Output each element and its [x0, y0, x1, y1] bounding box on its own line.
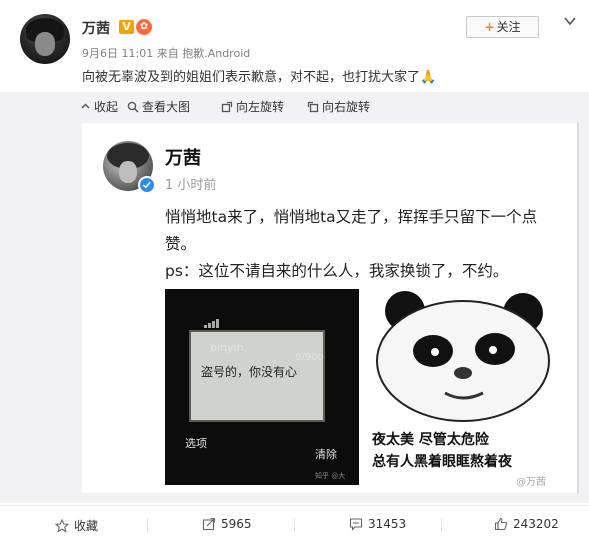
source-prefix: 来自	[156, 47, 179, 60]
post-source: 抱歉.Android	[182, 47, 251, 60]
phone-char-count: 8/900	[295, 352, 324, 363]
repost-count: 5965	[221, 517, 252, 531]
phone-brand: pinyin	[210, 341, 244, 354]
divider	[441, 518, 442, 532]
collapse-icon	[81, 103, 90, 109]
post-image[interactable]: 万茜 1 小时前 悄悄地ta来了，悄悄地ta又走了，挥挥手只留下一个点赞。 ps…	[82, 123, 579, 493]
comment-button[interactable]: 31453	[349, 517, 406, 531]
user-avatar[interactable]	[20, 14, 70, 64]
view-large-button[interactable]: 查看大图	[127, 98, 190, 115]
divider	[147, 518, 148, 532]
panda-caption-2: 总有人黑着眼眶熬着夜	[372, 454, 512, 470]
post-meta: 9月6日 11:01 来自 抱歉.Android	[82, 45, 250, 61]
rotate-right-button[interactable]: 向右旋转	[307, 98, 370, 115]
post-text-content: 向被无辜波及到的姐姐们表示歉意，对不起，也打扰大家了	[82, 70, 421, 85]
verified-v-icon: V	[119, 20, 134, 34]
repost-icon	[202, 517, 216, 531]
follow-button[interactable]: + 关注	[466, 16, 539, 38]
phone-message: 盗号的，你没有心	[201, 365, 298, 379]
favorite-label: 收藏	[74, 519, 99, 533]
signal-icon	[204, 319, 219, 328]
rotate-left-button[interactable]: 向左旋转	[221, 98, 284, 115]
post-text: 向被无辜波及到的姐姐们表示歉意，对不起，也打扰大家了🙏	[82, 66, 436, 85]
chevron-down-icon[interactable]	[563, 14, 577, 28]
magnifier-icon	[127, 101, 139, 113]
rotate-right-label: 向右旋转	[322, 100, 371, 114]
praying-hands-icon: 🙏	[420, 70, 437, 85]
phone-right-softkey: 清除	[315, 448, 337, 461]
screenshot-time: 1 小时前	[165, 178, 217, 193]
post-date[interactable]: 9月6日 11:01	[82, 47, 153, 60]
divider	[294, 518, 295, 532]
screenshot-body-line1: 悄悄地ta来了，悄悄地ta又走了，挥挥手只留下一个点赞。	[165, 208, 538, 253]
screenshot-user-name: 万茜	[165, 148, 201, 169]
comment-icon	[349, 518, 363, 531]
repost-button[interactable]: 5965	[202, 517, 252, 531]
image-watermark: @万茜	[516, 477, 546, 488]
plus-icon: +	[484, 20, 495, 34]
rotate-left-icon	[221, 101, 233, 112]
screenshot-body: 悄悄地ta来了，悄悄地ta又走了，挥挥手只留下一个点赞。 ps：这位不请自来的什…	[165, 204, 560, 285]
thumbs-up-icon	[494, 517, 508, 531]
panda-face-icon	[376, 291, 550, 422]
fan-badge-icon: ✿	[136, 19, 152, 35]
weibo-post-card: 万茜 V ✿ 9月6日 11:01 来自 抱歉.Android 向被无辜波及到的…	[0, 0, 589, 543]
phone-watermark: 知乎 @大	[315, 472, 346, 480]
view-large-label: 查看大图	[142, 100, 191, 114]
follow-label: 关注	[496, 20, 521, 34]
verified-check-icon	[138, 176, 156, 194]
like-button[interactable]: 243202	[494, 517, 559, 531]
user-name[interactable]: 万茜	[82, 18, 110, 38]
collapse-button[interactable]: 收起	[80, 98, 118, 115]
star-icon	[55, 518, 69, 533]
media-viewer: 收起 查看大图 向左旋转 向右旋转 万茜 1 小时前 悄悄地ta来了，悄悄地ta…	[0, 92, 589, 503]
rotate-left-label: 向左旋转	[236, 100, 285, 114]
like-count: 243202	[513, 517, 559, 531]
rotate-right-icon	[307, 101, 319, 112]
phone-left-softkey: 选项	[185, 437, 207, 450]
favorite-button[interactable]: 收藏	[55, 517, 98, 534]
action-bar: 收藏 5965 31453 243202	[0, 505, 589, 543]
screenshot-body-line2: ps：这位不请自来的什么人，我家换锁了，不约。	[165, 262, 509, 280]
panda-meme: 夜太美 尽管太危险 总有人黑着眼眶熬着夜	[365, 289, 561, 485]
phone-photo: pinyin 8/900 盗号的，你没有心 选项 清除 知乎 @大	[165, 289, 359, 485]
comment-count: 31453	[368, 517, 407, 531]
collapse-label: 收起	[94, 100, 119, 114]
panda-caption-1: 夜太美 尽管太危险	[372, 432, 489, 448]
